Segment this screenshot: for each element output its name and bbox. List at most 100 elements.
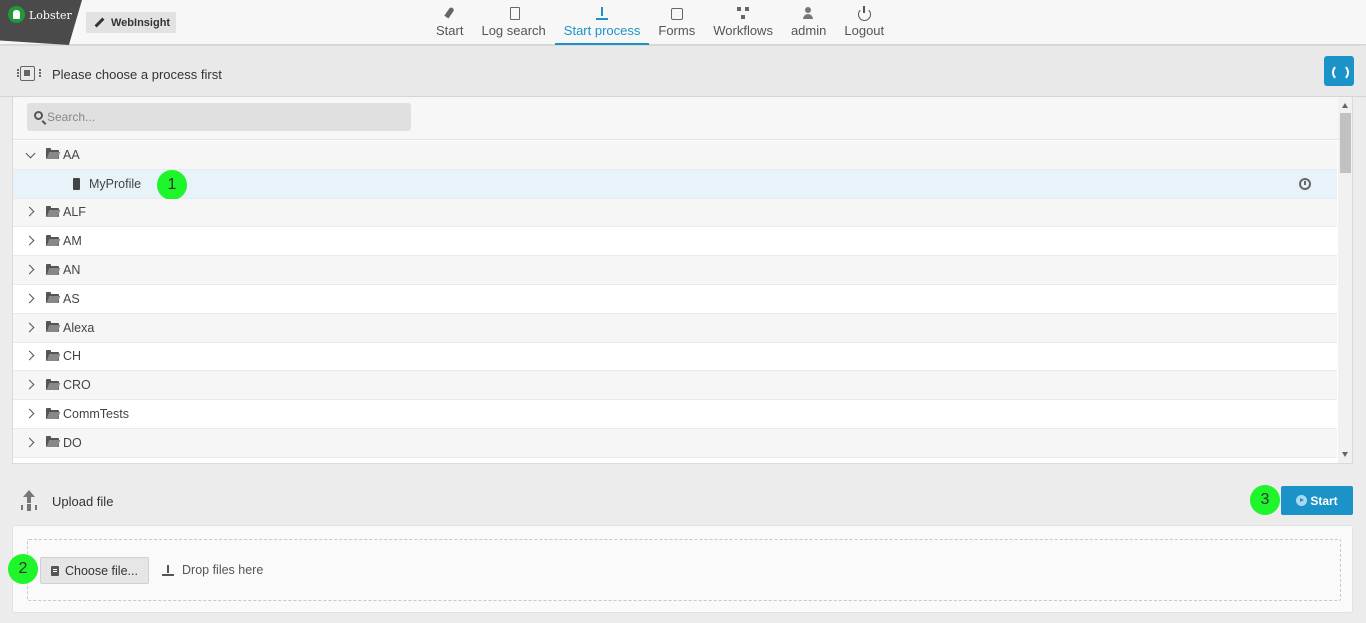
tree-folder-row[interactable]: DO [13,428,1337,458]
folder-open-icon [46,407,59,419]
scrollbar-thumb[interactable] [1340,113,1351,173]
nav-admin[interactable]: admin [782,0,835,45]
user-gear-icon [802,6,816,20]
tree-folder-label: AN [63,263,81,278]
chevron-right-icon[interactable] [25,351,35,361]
file-dropzone[interactable]: Choose file... Drop files here [27,539,1341,601]
nav-forms[interactable]: Forms [649,0,704,45]
app-name-tag[interactable]: WebInsight [86,12,177,33]
workflow-icon [736,6,750,20]
upload-section-title: Upload file [52,494,114,509]
pencil-icon [94,18,104,28]
play-circle-icon [1296,495,1308,506]
refresh-button[interactable] [1324,56,1354,86]
start-button-label: Start [1310,493,1338,508]
form-edit-icon [670,6,684,20]
chevron-right-icon[interactable] [25,323,35,333]
tree-profile-row[interactable]: MyProfile 1 [13,169,1337,200]
tree-folder-row[interactable]: ALF [13,198,1337,228]
nav-start-process[interactable]: Start process [554,0,650,45]
step-marker-3: 3 [1250,485,1280,515]
profile-file-icon [73,177,80,190]
nav-workflows[interactable]: Workflows [704,0,782,45]
drop-hint-label: Drop files here [182,563,264,577]
logo-text: Lobster [29,9,72,22]
process-tree: AA MyProfile 1 ALF AM AN AS Alexa CH CRO… [13,141,1337,458]
tree-folder-label: Alexa [63,320,95,335]
lobster-logo[interactable]: Lobster [0,0,82,45]
folder-open-icon [46,292,59,304]
tree-folder-row[interactable]: Alexa [13,313,1337,343]
chevron-right-icon[interactable] [25,265,35,275]
nav-logout[interactable]: Logout [835,0,893,45]
process-tree-panel: AA MyProfile 1 ALF AM AN AS [12,97,1353,464]
top-navigation-bar: Lobster WebInsight Start Log search Star… [0,0,1366,45]
chevron-right-icon[interactable] [25,294,35,304]
drop-hint: Drop files here [162,563,263,577]
main-nav: Start Log search Start process Forms Wor… [427,0,893,45]
tree-profile-label: MyProfile [89,176,142,191]
folder-open-icon [46,234,59,246]
nav-start[interactable]: Start [427,0,472,45]
tree-folder-label: CommTests [63,407,129,422]
upload-panel: Choose file... Drop files here [12,525,1353,613]
chevron-right-icon[interactable] [25,380,35,390]
tree-folder-row[interactable]: CRO [13,371,1337,401]
power-icon [857,6,872,21]
chevron-down-icon[interactable] [25,150,35,160]
upload-icon [595,6,609,20]
upload-arrow-icon [162,564,174,576]
process-header: Please choose a process first [0,46,1366,97]
lobster-badge-icon [8,6,25,23]
tree-folder-label: AA [63,147,80,162]
rocket-icon [443,6,457,20]
tree-folder-row[interactable]: AA [13,141,1337,170]
folder-open-icon [46,148,59,160]
chip-icon [17,66,41,81]
nav-start-process-label: Start process [563,23,641,38]
tree-folder-row[interactable]: AM [13,227,1337,257]
document-icon [51,565,59,576]
tree-folder-label: AS [63,291,80,306]
app-name-label: WebInsight [111,16,171,29]
choose-file-label: Choose file... [65,563,138,578]
tree-folder-row[interactable]: AN [13,256,1337,285]
choose-file-button[interactable]: Choose file... [40,557,149,584]
folder-open-icon [46,349,59,361]
log-search-icon [507,6,521,20]
scroll-up-arrow-icon[interactable] [1342,103,1348,108]
nav-start-label: Start [436,23,464,38]
search-box[interactable] [27,103,411,131]
tree-folder-label: ALF [63,205,86,220]
nav-admin-label: admin [790,23,827,38]
tree-folder-row[interactable]: CH [13,342,1337,372]
tree-scrollbar[interactable] [1338,97,1352,463]
tree-folder-row[interactable]: CommTests [13,400,1337,429]
tree-folder-label: CH [63,349,82,364]
alarm-clock-icon[interactable] [1299,177,1311,190]
tree-folder-label: AM [63,234,82,249]
nav-log-search[interactable]: Log search [472,0,554,45]
scroll-down-arrow-icon[interactable] [1342,452,1348,457]
chevron-right-icon[interactable] [25,409,35,419]
tree-folder-row[interactable]: AS [13,284,1337,314]
chevron-right-icon[interactable] [25,438,35,448]
nav-forms-label: Forms [658,23,696,38]
folder-open-icon [46,263,59,275]
step-marker-2: 2 [8,554,38,584]
chevron-right-icon[interactable] [25,236,35,246]
page-title: Please choose a process first [52,67,222,82]
folder-open-icon [46,378,59,390]
folder-open-icon [46,436,59,448]
chevron-right-icon[interactable] [25,207,35,217]
search-input[interactable] [47,103,407,131]
search-row [13,97,1338,140]
nav-workflows-label: Workflows [713,23,773,38]
step-marker-1: 1 [157,169,187,200]
start-button[interactable]: Start [1281,486,1353,515]
folder-open-icon [46,205,59,217]
search-icon [34,111,43,120]
tree-folder-label: DO [63,435,82,450]
nav-logout-label: Logout [844,23,885,38]
nav-log-search-label: Log search [481,23,546,38]
